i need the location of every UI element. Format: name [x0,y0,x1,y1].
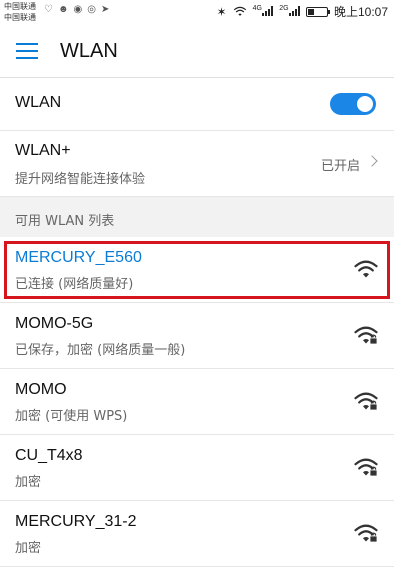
wlan-plus-subtitle: 提升网络智能连接体验 [15,172,146,187]
notification-icons: ♡ ☻ ◉ ◎ ➤ [44,4,109,15]
network-name: MOMO-5G [15,315,94,332]
network-name: CU_T4x8 [15,447,83,464]
network-name: MOMO [15,381,67,398]
hamburger-menu-icon[interactable] [16,43,38,59]
wlan-label: WLAN [15,94,62,111]
bluetooth-icon: ✶ [216,4,227,19]
wlan-toggle-switch[interactable] [330,93,376,115]
network-name: MERCURY_E560 [15,249,142,266]
network-status: 加密 (可使用 WPS) [15,409,128,424]
network-item-connected[interactable]: MERCURY_E560 已连接 (网络质量好) [0,237,394,303]
wlan-plus-status: 已开启 [320,159,360,174]
wifi-lock-icon [354,326,378,345]
signal-bars-icon [288,5,300,16]
network-item[interactable]: MOMO 加密 (可使用 WPS) [0,369,394,435]
wifi-lock-icon [354,524,378,543]
section-header-label: 可用 WLAN 列表 [15,214,115,229]
network-status: 加密 [15,475,42,490]
network-status: 已保存，加密 (网络质量一般) [15,343,186,358]
heart-icon: ♡ [44,4,53,15]
network-status: 已连接 (网络质量好) [15,277,134,292]
wlan-toggle-row[interactable]: WLAN [0,78,394,131]
wifi-lock-icon [354,392,378,411]
wlan-plus-label: WLAN+ [15,142,71,159]
network-name: MERCURY_31-2 [15,513,137,530]
network-list: MERCURY_E560 已连接 (网络质量好) MOMO-5G 已保存，加密 (网络… [0,237,394,567]
sim2-signal: 2G [279,5,300,19]
wifi-lock-icon [354,458,378,477]
toggle-knob [357,96,373,112]
wlan-plus-row[interactable]: WLAN+ 提升网络智能连接体验 已开启 [0,131,394,197]
carrier-labels: 中国联通 中国联通 [4,1,36,23]
network-item[interactable]: MERCURY_31-2 加密 [0,501,394,567]
sim2-type-label: 2G [279,4,289,12]
wechat-icon: ◉ [73,4,83,15]
sim1-type-label: 4G [252,4,262,12]
chevron-right-icon [366,155,378,167]
paper-plane-icon: ➤ [100,4,110,15]
available-networks-header: 可用 WLAN 列表 [0,197,394,237]
network-item[interactable]: CU_T4x8 加密 [0,435,394,501]
status-bar: 中国联通 中国联通 ♡ ☻ ◉ ◎ ➤ ✶ 4G 2G 晚上10:07 [0,0,394,25]
page-title: WLAN [60,39,118,62]
status-indicators: ✶ 4G 2G 晚上10:07 [217,3,388,20]
network-status: 加密 [15,541,42,556]
battery-icon [305,6,330,17]
sim1-signal: 4G [253,5,274,19]
app-bar: WLAN [0,25,394,78]
carrier-2: 中国联通 [4,13,36,22]
network-item[interactable]: MOMO-5G 已保存，加密 (网络质量一般) [0,303,394,369]
clock: 晚上10:07 [333,5,388,19]
carrier-1: 中国联通 [4,2,36,11]
wifi-status-icon [233,6,246,16]
signal-bars-icon [262,5,274,16]
weibo-icon: ◎ [87,4,96,15]
wifi-signal-icon [354,260,378,278]
qq-icon: ☻ [57,4,69,15]
